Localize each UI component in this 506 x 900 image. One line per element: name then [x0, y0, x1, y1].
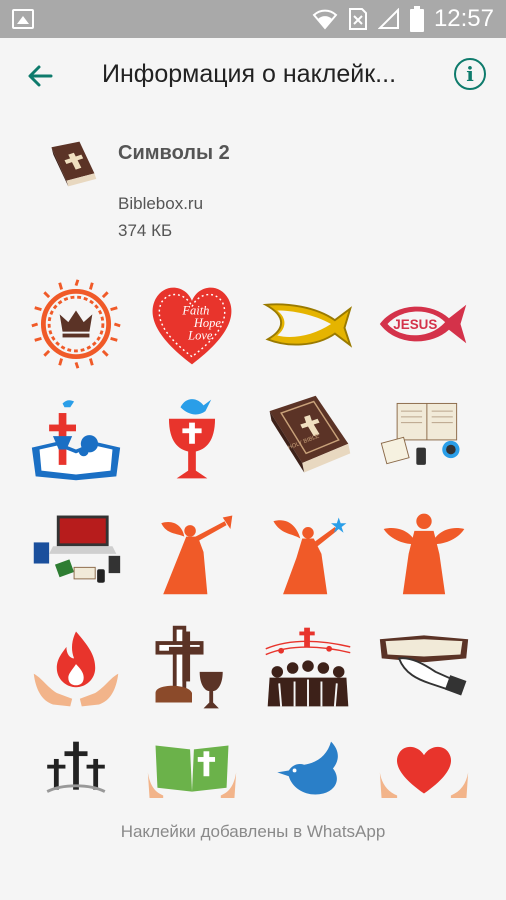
sticker-blue-dove[interactable]	[258, 732, 358, 798]
sticker-angel-praying[interactable]	[374, 502, 474, 602]
page-title: Информация о наклейк...	[102, 60, 397, 88]
jesus-text: JESUS	[393, 317, 437, 332]
laptop-bibles-icon	[33, 515, 121, 583]
info-icon: i	[466, 62, 474, 86]
sticker-hands-on-bible[interactable]	[374, 618, 474, 718]
sticker-green-bible-hands[interactable]	[142, 732, 242, 798]
sticker-flame-hands[interactable]	[26, 618, 126, 718]
flame-hands-icon	[33, 631, 119, 707]
ichthys-gold-icon	[262, 303, 353, 348]
bible-cross-dove-icon	[31, 400, 121, 481]
pack-name: Символы 2	[118, 142, 230, 164]
gallery-icon	[12, 9, 34, 29]
green-bible-hands-icon	[147, 745, 237, 798]
battery-icon	[409, 6, 424, 32]
sticker-cross-bread-chalice[interactable]	[142, 618, 242, 718]
love-text: Love	[187, 328, 213, 342]
signal-icon	[377, 8, 399, 29]
three-crosses-icon	[46, 741, 106, 793]
angel-praying-icon	[383, 513, 465, 595]
pack-tray-icon	[51, 141, 97, 187]
sticker-holy-bible-book[interactable]: HOLY BIBLE	[258, 388, 358, 488]
sticker-angel-star[interactable]	[258, 502, 358, 602]
wifi-icon	[312, 9, 338, 30]
choir-notes-icon	[265, 627, 351, 707]
app-bar: Информация о наклейк... i	[0, 38, 506, 114]
angel-trumpet-icon	[161, 515, 233, 595]
no-sim-icon	[348, 8, 367, 30]
heart-hands-icon	[379, 746, 469, 798]
sticker-faith-hope-love-heart[interactable]: Faith Hope Love	[142, 274, 242, 374]
angel-star-icon	[273, 517, 347, 595]
status-bar: 12:57	[0, 0, 506, 38]
clock: 12:57	[433, 5, 494, 32]
sticker-angel-trumpet[interactable]	[142, 502, 242, 602]
added-to-whatsapp-label: Наклейки добавлены в WhatsApp	[120, 822, 386, 841]
cross-bread-chalice-icon	[155, 625, 223, 709]
sticker-heart-hands[interactable]	[374, 732, 474, 798]
info-button[interactable]: i	[454, 58, 486, 90]
sticker-chalice-dove[interactable]	[142, 388, 242, 488]
holy-bible-book-icon: HOLY BIBLE	[269, 395, 351, 473]
sticker-laptop-bibles[interactable]	[26, 502, 126, 602]
faith-hope-love-heart-icon: Faith Hope Love	[152, 287, 232, 365]
crown-of-thorns-icon	[31, 279, 121, 369]
sticker-grid: Faith Hope Love JESUS HOLY BIBLE	[0, 268, 506, 798]
sticker-three-crosses[interactable]	[26, 732, 126, 798]
blue-dove-icon	[277, 741, 338, 795]
back-button[interactable]	[22, 58, 58, 94]
sticker-open-bible-coffee[interactable]	[374, 388, 474, 488]
pack-size: 374 КБ	[118, 221, 173, 240]
pack-header: Символы 2 Biblebox.ru 374 КБ	[0, 130, 506, 250]
sticker-jesus-fish-red[interactable]: JESUS	[374, 274, 474, 374]
sticker-bible-cross-dove[interactable]	[26, 388, 126, 488]
open-bible-coffee-icon	[380, 402, 460, 465]
arrow-back-icon	[28, 65, 53, 87]
sticker-crown-of-thorns[interactable]	[26, 274, 126, 374]
sticker-choir-notes[interactable]	[258, 618, 358, 718]
pack-publisher: Biblebox.ru	[118, 194, 204, 213]
chalice-dove-icon	[168, 399, 216, 479]
hands-on-bible-icon	[379, 635, 469, 696]
sticker-ichthys-gold[interactable]	[258, 274, 358, 374]
jesus-fish-red-icon: JESUS	[379, 304, 467, 344]
